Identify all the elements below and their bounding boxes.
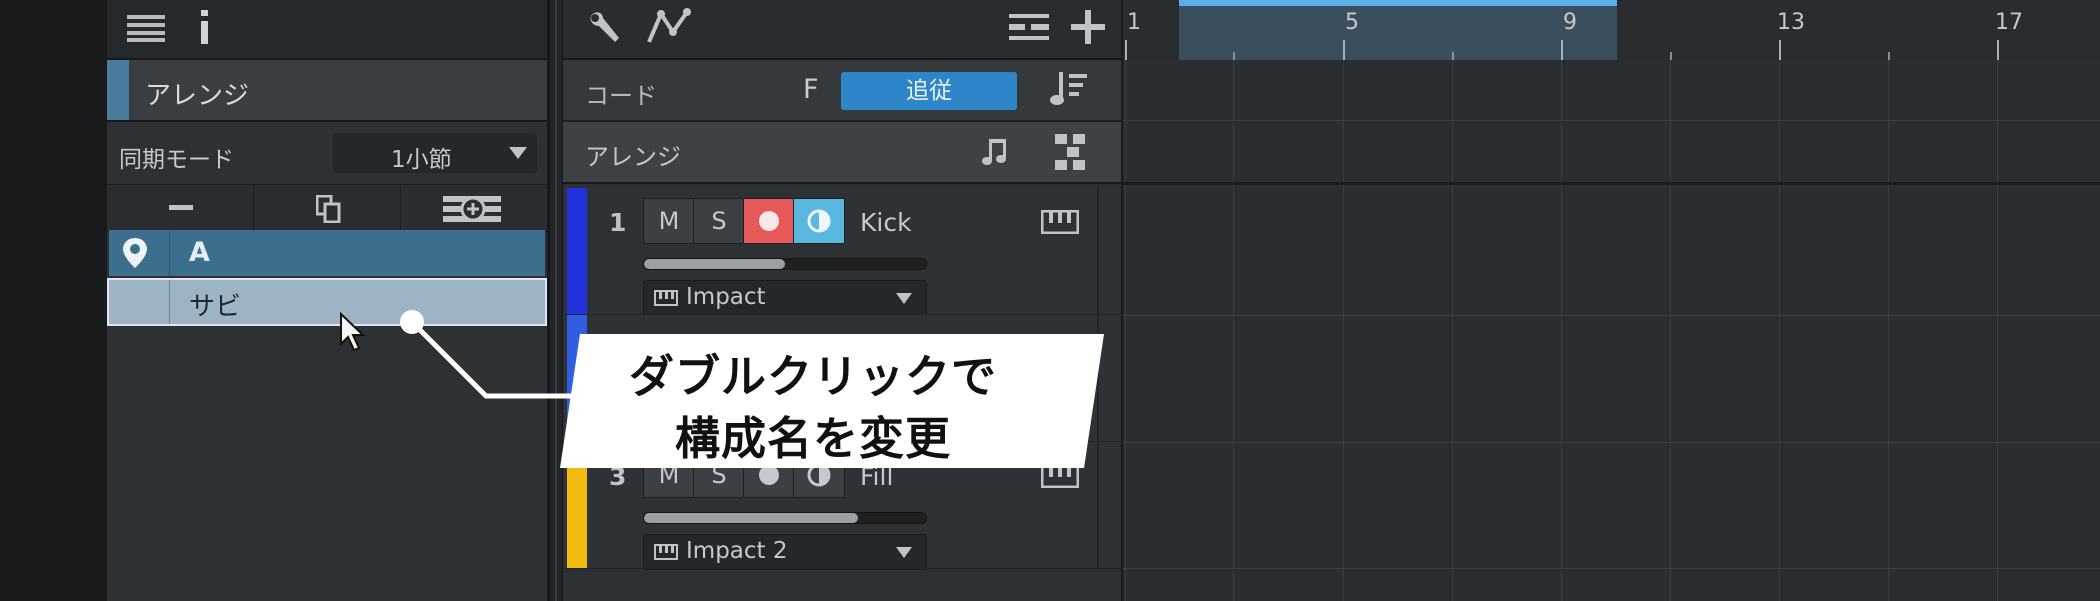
music-note-icon[interactable] [981,138,1011,168]
automation-icon[interactable] [645,8,699,48]
volume-slider[interactable] [643,258,927,270]
track-row[interactable]: 1 M S Kick Impact [563,188,1121,316]
arrangement-timeline[interactable]: 1 5 9 13 17 [1121,0,2100,601]
ruler-tick [1561,40,1563,60]
chord-settings-icon[interactable] [1049,70,1091,108]
grid-line [1888,60,1889,601]
record-button[interactable] [743,198,795,244]
lane-divider [1123,315,2100,316]
ruler-tick [1888,52,1890,60]
duplicate-icon [316,195,341,223]
duplicate-section-button[interactable] [254,185,401,231]
track-color-strip [567,188,587,314]
lane-divider [1123,182,2100,185]
callout-leader-line [400,310,590,399]
bar-number: 5 [1345,10,1359,35]
ruler-tick [1997,40,1999,60]
section-name: A [189,237,210,268]
bar-number: 1 [1127,10,1141,35]
chevron-down-icon [509,147,527,159]
grid-line [1125,60,1126,601]
remove-section-button[interactable] [107,185,254,231]
section-row-a[interactable]: A [109,230,545,276]
arranger-track-row: アレンジ [563,122,1121,184]
divider [1097,188,1099,314]
record-icon [759,211,779,231]
grid-line [1997,60,1998,601]
ruler-tick [1779,40,1781,60]
panel-title: アレンジ [145,81,250,111]
grid-line [1561,60,1562,601]
monitor-button[interactable] [793,198,845,244]
grid-line [1670,60,1671,601]
solo-button[interactable]: S [693,198,745,244]
grid-line [1452,60,1453,601]
chord-track-label: コード [585,82,657,110]
list-icon[interactable] [127,14,165,42]
volume-fill [644,513,859,523]
track-name[interactable]: Kick [860,208,912,237]
instrument-name: Impact 2 [686,538,788,564]
bar-number: 9 [1563,10,1577,35]
grid-line [1233,60,1234,601]
chevron-down-icon [896,547,912,558]
instrument-select[interactable]: Impact [643,280,927,316]
follow-button[interactable]: 追従 [841,72,1017,110]
lane-divider [1123,568,2100,569]
track-list-icon[interactable] [1009,12,1049,42]
ruler-tick [1670,52,1672,60]
ruler-tick [1452,52,1454,60]
add-section-button[interactable] [401,185,547,231]
minus-icon [169,205,193,210]
divider [169,230,170,276]
section-name-input[interactable]: サビ [189,286,241,323]
sync-mode-value: 1小節 [391,147,452,173]
bar-number: 17 [1995,10,2023,35]
volume-fill [644,259,785,269]
lane-divider [1123,120,2100,121]
chord-track-row: コード F 追従 [563,60,1121,122]
add-track-icon[interactable] [1071,10,1105,44]
arranger-grid-icon[interactable] [1053,132,1087,172]
add-section-icon [443,196,501,222]
volume-slider[interactable] [643,512,927,524]
arranger-track-label: アレンジ [585,143,681,171]
mute-button[interactable]: M [643,198,695,244]
panel-title-bar: アレンジ [107,60,547,122]
left-gutter [0,0,107,601]
grid-line [1779,60,1780,601]
sync-mode-select[interactable]: 1小節 [333,133,537,173]
info-icon[interactable] [195,10,215,44]
sync-mode-row: 同期モード 1小節 [107,124,547,182]
section-button-row [107,184,547,232]
sync-mode-label: 同期モード [119,147,234,173]
instrument-name: Impact [686,284,766,310]
callout-text: 構成名を変更 [674,412,951,465]
chevron-down-icon [896,293,912,304]
keyboard-icon [654,290,678,306]
grid-line [1343,60,1344,601]
track-number: 1 [609,208,627,237]
loop-range-handle[interactable] [1179,0,1617,6]
location-pin-icon [123,238,147,268]
lane-divider [1123,442,2100,443]
ruler-tick [1233,52,1235,60]
divider [169,280,170,324]
callout-text: ダブルクリックで [628,350,997,403]
panel-toolbar [107,0,547,60]
bar-ruler[interactable]: 1 5 9 13 17 [1123,0,2100,60]
keyboard-icon [654,544,678,560]
bar-number: 13 [1777,10,1805,35]
track-header-column: コード F 追従 アレンジ 1 M S Kick Impact 3 M S Fi… [563,0,1121,601]
ruler-tick [1343,40,1345,60]
monitor-icon [807,209,831,233]
panel-accent [107,60,129,120]
loop-range[interactable] [1179,0,1617,60]
track-toolbar [563,0,1121,60]
chord-key[interactable]: F [803,74,819,105]
instrument-select[interactable]: Impact 2 [643,534,927,570]
piano-icon[interactable] [1041,210,1079,234]
ruler-tick [1125,40,1127,60]
wrench-icon[interactable] [585,8,625,48]
